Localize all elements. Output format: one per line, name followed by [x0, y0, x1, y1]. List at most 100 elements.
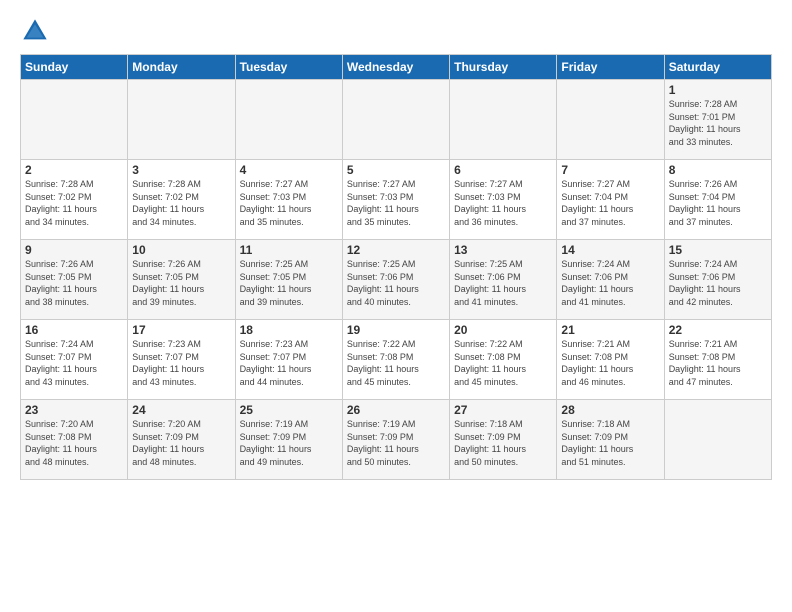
cell-week2-day4: 6Sunrise: 7:27 AM Sunset: 7:03 PM Daylig… — [450, 160, 557, 240]
day-number: 12 — [347, 243, 445, 257]
day-number: 26 — [347, 403, 445, 417]
cell-week4-day3: 19Sunrise: 7:22 AM Sunset: 7:08 PM Dayli… — [342, 320, 449, 400]
day-number: 3 — [132, 163, 230, 177]
weekday-header-friday: Friday — [557, 55, 664, 80]
week-row-3: 9Sunrise: 7:26 AM Sunset: 7:05 PM Daylig… — [21, 240, 772, 320]
day-number: 23 — [25, 403, 123, 417]
cell-info: Sunrise: 7:27 AM Sunset: 7:03 PM Dayligh… — [347, 178, 445, 228]
cell-week4-day4: 20Sunrise: 7:22 AM Sunset: 7:08 PM Dayli… — [450, 320, 557, 400]
cell-week4-day5: 21Sunrise: 7:21 AM Sunset: 7:08 PM Dayli… — [557, 320, 664, 400]
week-row-2: 2 Sunrise: 7:28 AM Sunset: 7:02 PM Daylig… — [21, 160, 772, 240]
day-number: 5 — [347, 163, 445, 177]
cell-week2-day2: 4Sunrise: 7:27 AM Sunset: 7:03 PM Daylig… — [235, 160, 342, 240]
cell-info: Sunrise: 7:23 AM Sunset: 7:07 PM Dayligh… — [240, 338, 338, 388]
weekday-header-wednesday: Wednesday — [342, 55, 449, 80]
cell-week2-day0: 2Sunrise: 7:28 AM Sunset: 7:02 PM Daylig… — [21, 160, 128, 240]
day-number: 22 — [669, 323, 767, 337]
cell-info: Sunrise: 7:22 AM Sunset: 7:08 PM Dayligh… — [347, 338, 445, 388]
cell-info: Sunrise: 7:22 AM Sunset: 7:08 PM Dayligh… — [454, 338, 552, 388]
cell-info: Sunrise: 7:24 AM Sunset: 7:06 PM Dayligh… — [561, 258, 659, 308]
calendar-table: SundayMondayTuesdayWednesdayThursdayFrid… — [20, 54, 772, 480]
cell-info: Sunrise: 7:21 AM Sunset: 7:08 PM Dayligh… — [669, 338, 767, 388]
cell-week3-day4: 13Sunrise: 7:25 AM Sunset: 7:06 PM Dayli… — [450, 240, 557, 320]
logo-icon — [20, 16, 50, 46]
cell-week1-day0 — [21, 80, 128, 160]
day-number: 2 — [25, 163, 123, 177]
cell-info: Sunrise: 7:24 AM Sunset: 7:06 PM Dayligh… — [669, 258, 767, 308]
day-number: 20 — [454, 323, 552, 337]
day-number: 21 — [561, 323, 659, 337]
cell-week2-day1: 3Sunrise: 7:28 AM Sunset: 7:02 PM Daylig… — [128, 160, 235, 240]
week-row-4: 16Sunrise: 7:24 AM Sunset: 7:07 PM Dayli… — [21, 320, 772, 400]
day-number: 17 — [132, 323, 230, 337]
week-row-5: 23Sunrise: 7:20 AM Sunset: 7:08 PM Dayli… — [21, 400, 772, 480]
weekday-header-sunday: Sunday — [21, 55, 128, 80]
day-number: 10 — [132, 243, 230, 257]
cell-week5-day0: 23Sunrise: 7:20 AM Sunset: 7:08 PM Dayli… — [21, 400, 128, 480]
cell-week5-day6 — [664, 400, 771, 480]
cell-week2-day6: 8Sunrise: 7:26 AM Sunset: 7:04 PM Daylig… — [664, 160, 771, 240]
day-number: 24 — [132, 403, 230, 417]
cell-info: Sunrise: 7:23 AM Sunset: 7:07 PM Dayligh… — [132, 338, 230, 388]
cell-info: Sunrise: 7:21 AM Sunset: 7:08 PM Dayligh… — [561, 338, 659, 388]
day-number: 7 — [561, 163, 659, 177]
day-number: 6 — [454, 163, 552, 177]
cell-info: Sunrise: 7:25 AM Sunset: 7:06 PM Dayligh… — [454, 258, 552, 308]
cell-week5-day3: 26Sunrise: 7:19 AM Sunset: 7:09 PM Dayli… — [342, 400, 449, 480]
cell-info: Sunrise: 7:26 AM Sunset: 7:05 PM Dayligh… — [132, 258, 230, 308]
cell-week4-day0: 16Sunrise: 7:24 AM Sunset: 7:07 PM Dayli… — [21, 320, 128, 400]
cell-week3-day5: 14Sunrise: 7:24 AM Sunset: 7:06 PM Dayli… — [557, 240, 664, 320]
cell-info: Sunrise: 7:26 AM Sunset: 7:05 PM Dayligh… — [25, 258, 123, 308]
cell-info: Sunrise: 7:19 AM Sunset: 7:09 PM Dayligh… — [347, 418, 445, 468]
cell-week3-day0: 9Sunrise: 7:26 AM Sunset: 7:05 PM Daylig… — [21, 240, 128, 320]
cell-info: Sunrise: 7:24 AM Sunset: 7:07 PM Dayligh… — [25, 338, 123, 388]
logo — [20, 16, 52, 46]
cell-info: Sunrise: 7:26 AM Sunset: 7:04 PM Dayligh… — [669, 178, 767, 228]
cell-week1-day3 — [342, 80, 449, 160]
cell-week2-day3: 5Sunrise: 7:27 AM Sunset: 7:03 PM Daylig… — [342, 160, 449, 240]
day-number: 14 — [561, 243, 659, 257]
day-number: 19 — [347, 323, 445, 337]
day-number: 1 — [669, 83, 767, 97]
day-number: 8 — [669, 163, 767, 177]
cell-week1-day6: 1Sunrise: 7:28 AM Sunset: 7:01 PM Daylig… — [664, 80, 771, 160]
cell-info: Sunrise: 7:28 AM Sunset: 7:01 PM Dayligh… — [669, 98, 767, 148]
page: SundayMondayTuesdayWednesdayThursdayFrid… — [0, 0, 792, 490]
cell-info: Sunrise: 7:18 AM Sunset: 7:09 PM Dayligh… — [561, 418, 659, 468]
cell-week5-day1: 24Sunrise: 7:20 AM Sunset: 7:09 PM Dayli… — [128, 400, 235, 480]
cell-week3-day6: 15Sunrise: 7:24 AM Sunset: 7:06 PM Dayli… — [664, 240, 771, 320]
week-row-1: 1Sunrise: 7:28 AM Sunset: 7:01 PM Daylig… — [21, 80, 772, 160]
cell-week4-day2: 18Sunrise: 7:23 AM Sunset: 7:07 PM Dayli… — [235, 320, 342, 400]
day-number: 16 — [25, 323, 123, 337]
day-number: 13 — [454, 243, 552, 257]
weekday-header-row: SundayMondayTuesdayWednesdayThursdayFrid… — [21, 55, 772, 80]
cell-info: Sunrise: 7:27 AM Sunset: 7:04 PM Dayligh… — [561, 178, 659, 228]
day-number: 4 — [240, 163, 338, 177]
cell-info: Sunrise: 7:18 AM Sunset: 7:09 PM Dayligh… — [454, 418, 552, 468]
weekday-header-monday: Monday — [128, 55, 235, 80]
day-number: 18 — [240, 323, 338, 337]
day-number: 27 — [454, 403, 552, 417]
weekday-header-tuesday: Tuesday — [235, 55, 342, 80]
cell-week1-day1 — [128, 80, 235, 160]
cell-info: Sunrise: 7:27 AM Sunset: 7:03 PM Dayligh… — [454, 178, 552, 228]
cell-week1-day2 — [235, 80, 342, 160]
day-number: 9 — [25, 243, 123, 257]
weekday-header-saturday: Saturday — [664, 55, 771, 80]
cell-info: Sunrise: 7:19 AM Sunset: 7:09 PM Dayligh… — [240, 418, 338, 468]
cell-week2-day5: 7Sunrise: 7:27 AM Sunset: 7:04 PM Daylig… — [557, 160, 664, 240]
cell-info: Sunrise: 7:20 AM Sunset: 7:08 PM Dayligh… — [25, 418, 123, 468]
cell-week5-day4: 27Sunrise: 7:18 AM Sunset: 7:09 PM Dayli… — [450, 400, 557, 480]
cell-week3-day1: 10Sunrise: 7:26 AM Sunset: 7:05 PM Dayli… — [128, 240, 235, 320]
day-number: 25 — [240, 403, 338, 417]
cell-week5-day2: 25Sunrise: 7:19 AM Sunset: 7:09 PM Dayli… — [235, 400, 342, 480]
day-number: 11 — [240, 243, 338, 257]
cell-week4-day6: 22Sunrise: 7:21 AM Sunset: 7:08 PM Dayli… — [664, 320, 771, 400]
weekday-header-thursday: Thursday — [450, 55, 557, 80]
cell-info: Sunrise: 7:27 AM Sunset: 7:03 PM Dayligh… — [240, 178, 338, 228]
day-number: 15 — [669, 243, 767, 257]
day-number: 28 — [561, 403, 659, 417]
cell-week1-day5 — [557, 80, 664, 160]
cell-week1-day4 — [450, 80, 557, 160]
cell-info: Sunrise: 7:28 AM Sunset: 7:02 PM Dayligh… — [132, 178, 230, 228]
